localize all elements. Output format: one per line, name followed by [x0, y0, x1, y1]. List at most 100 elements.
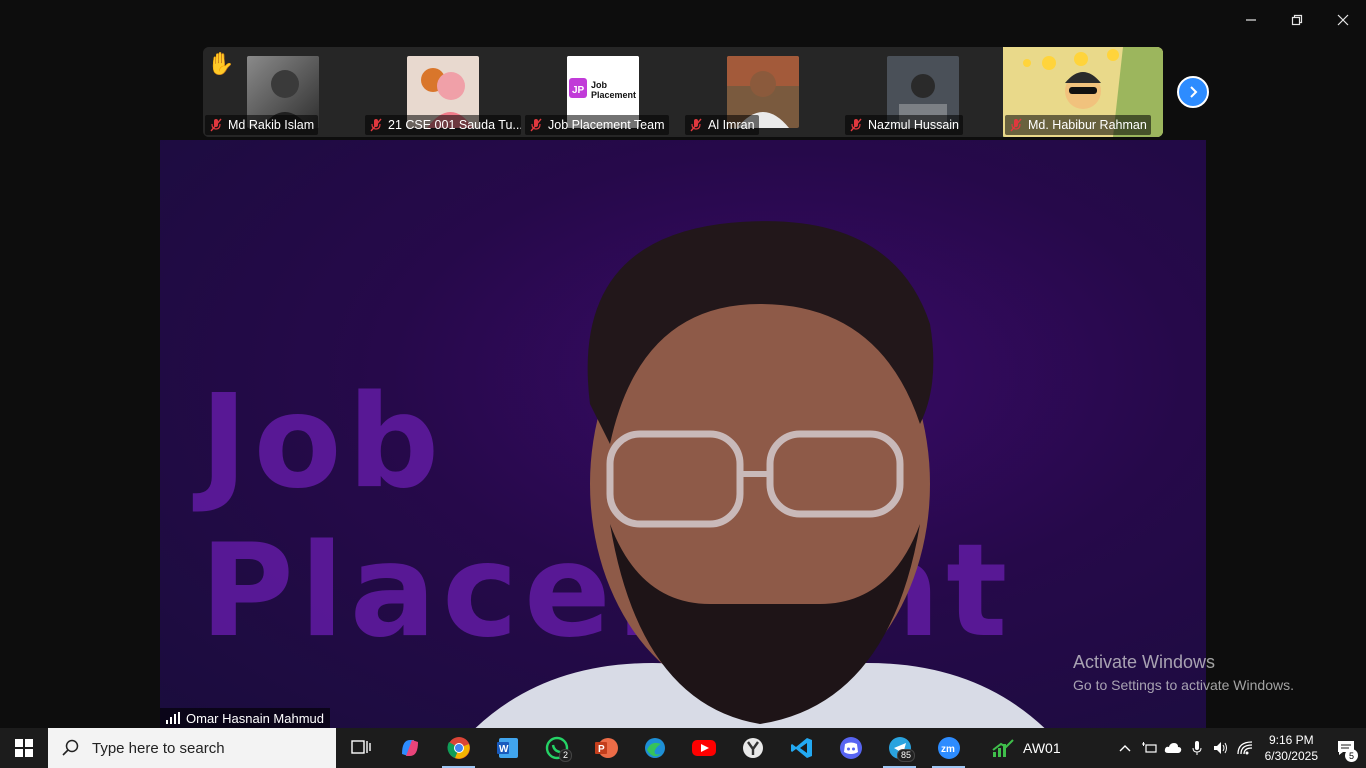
mic-muted-icon: [370, 118, 382, 132]
logo-text: Job Placement: [591, 80, 637, 100]
close-icon: [1337, 14, 1349, 26]
word-icon: W: [496, 738, 518, 758]
word-app[interactable]: W: [483, 728, 532, 768]
restore-icon: [1291, 14, 1303, 26]
edge-app[interactable]: [630, 728, 679, 768]
participant-tile[interactable]: 21 CSE 001 Sauda Tu...: [363, 47, 523, 137]
notification-center-button[interactable]: 5: [1326, 728, 1366, 768]
discord-icon: [839, 737, 862, 759]
minimize-button[interactable]: [1228, 0, 1274, 40]
powerpoint-app[interactable]: P: [581, 728, 630, 768]
mic-muted-icon: [690, 118, 702, 132]
mic-muted-icon: [850, 118, 862, 132]
y-app[interactable]: [728, 728, 777, 768]
participant-tile[interactable]: ✋ Md Rakib Islam: [203, 47, 363, 137]
notification-badge: 5: [1345, 749, 1358, 762]
chevron-up-icon: [1119, 745, 1131, 752]
activate-windows-watermark: Activate Windows Go to Settings to activ…: [1073, 652, 1294, 693]
powerpoint-icon: P: [594, 738, 618, 758]
next-page-button[interactable]: [1177, 76, 1209, 108]
participant-name-bar: Al Imran: [685, 115, 759, 135]
clock-time: 9:16 PM: [1268, 733, 1314, 747]
telegram-badge: 85: [896, 749, 915, 762]
start-button[interactable]: [0, 728, 48, 768]
restore-button[interactable]: [1274, 0, 1320, 40]
participant-tile[interactable]: JP Job Placement Job Placement Team: [523, 47, 683, 137]
edge-icon: [644, 738, 665, 758]
mic-muted-icon: [530, 118, 542, 132]
participant-tile[interactable]: Al Imran: [683, 47, 843, 137]
task-view-icon: [350, 740, 371, 754]
window-controls: [1228, 0, 1366, 40]
participant-name: Md. Habibur Rahman: [1028, 118, 1147, 132]
active-speaker-label: Omar Hasnain Mahmud: [160, 708, 330, 728]
battery-button[interactable]: [1137, 728, 1161, 768]
watermark-title: Activate Windows: [1073, 652, 1216, 672]
participant-name: Nazmul Hussain: [868, 118, 960, 132]
stock-chart-icon: [992, 739, 1014, 757]
taskbar-clock[interactable]: 9:16 PM 6/30/2025: [1257, 732, 1326, 764]
minimize-icon: [1246, 19, 1256, 21]
search-icon: [62, 739, 79, 756]
chrome-icon: [446, 737, 470, 759]
participant-name-bar: 21 CSE 001 Sauda Tu...: [365, 115, 521, 135]
system-tray: 9:16 PM 6/30/2025 5: [1113, 728, 1366, 768]
search-placeholder: Type here to search: [92, 739, 225, 757]
taskbar-search[interactable]: Type here to search: [48, 728, 336, 768]
participant-name: Md Rakib Islam: [228, 118, 315, 132]
wifi-icon: [1236, 741, 1252, 755]
raised-hand-icon: ✋: [207, 51, 235, 76]
participant-name: Al Imran: [708, 118, 755, 132]
network-button[interactable]: [1233, 728, 1257, 768]
watermark-subtitle: Go to Settings to activate Windows.: [1073, 677, 1294, 693]
copilot-app[interactable]: [385, 728, 434, 768]
taskbar: Type here to search W 2 P 85 zm AW01 9:1…: [0, 728, 1366, 768]
discord-app[interactable]: [826, 728, 875, 768]
participant-name-bar: Md Rakib Islam: [205, 115, 319, 135]
zoom-app[interactable]: zm: [924, 728, 973, 768]
svg-text:W: W: [499, 744, 509, 755]
participant-name: 21 CSE 001 Sauda Tu...: [388, 118, 521, 132]
svg-text:JP: JP: [572, 85, 585, 96]
battery-plug-icon: [1141, 742, 1157, 753]
speaker-icon: [1213, 742, 1227, 754]
participant-name-bar: Md. Habibur Rahman: [1005, 115, 1151, 135]
vscode-icon: [790, 738, 812, 758]
youtube-app[interactable]: [679, 728, 728, 768]
y-app-icon: [742, 738, 763, 758]
chevron-right-icon: [1190, 86, 1198, 98]
mic-muted-icon: [210, 118, 222, 132]
participant-tile[interactable]: Nazmul Hussain: [843, 47, 1003, 137]
participant-name-bar: Job Placement Team: [525, 115, 669, 135]
youtube-icon: [691, 740, 716, 756]
widget-label: AW01: [1023, 740, 1061, 756]
telegram-app[interactable]: 85: [875, 728, 924, 768]
copilot-icon: [401, 740, 418, 756]
svg-text:zm: zm: [941, 744, 955, 755]
onedrive-button[interactable]: [1161, 728, 1185, 768]
close-button[interactable]: [1320, 0, 1366, 40]
microphone-button[interactable]: [1185, 728, 1209, 768]
vscode-app[interactable]: [777, 728, 826, 768]
chrome-app[interactable]: [434, 728, 483, 768]
speaker-video-figure: [475, 221, 1045, 728]
microphone-icon: [1192, 741, 1202, 755]
zoom-icon: zm: [937, 737, 960, 759]
show-hidden-icons-button[interactable]: [1113, 728, 1137, 768]
mic-muted-icon: [1010, 118, 1022, 132]
windows-logo-icon: [15, 739, 33, 757]
volume-button[interactable]: [1209, 728, 1233, 768]
signal-strength-icon: [166, 712, 180, 724]
svg-text:P: P: [598, 744, 605, 755]
whatsapp-badge: 2: [558, 749, 572, 762]
stock-widget[interactable]: AW01: [991, 738, 1061, 758]
clock-date: 6/30/2025: [1264, 749, 1318, 763]
main-video: Job Placement: [160, 140, 1206, 728]
participant-name: Job Placement Team: [548, 118, 665, 132]
whatsapp-app[interactable]: 2: [532, 728, 581, 768]
task-view-button[interactable]: [336, 728, 385, 768]
participant-strip: ✋ Md Rakib Islam 21 CSE 001 Sauda Tu... …: [203, 47, 1163, 137]
participant-tile-active[interactable]: Md. Habibur Rahman: [1003, 47, 1163, 137]
cloud-icon: [1164, 743, 1181, 753]
taskbar-apps: W 2 P 85 zm: [336, 728, 973, 768]
